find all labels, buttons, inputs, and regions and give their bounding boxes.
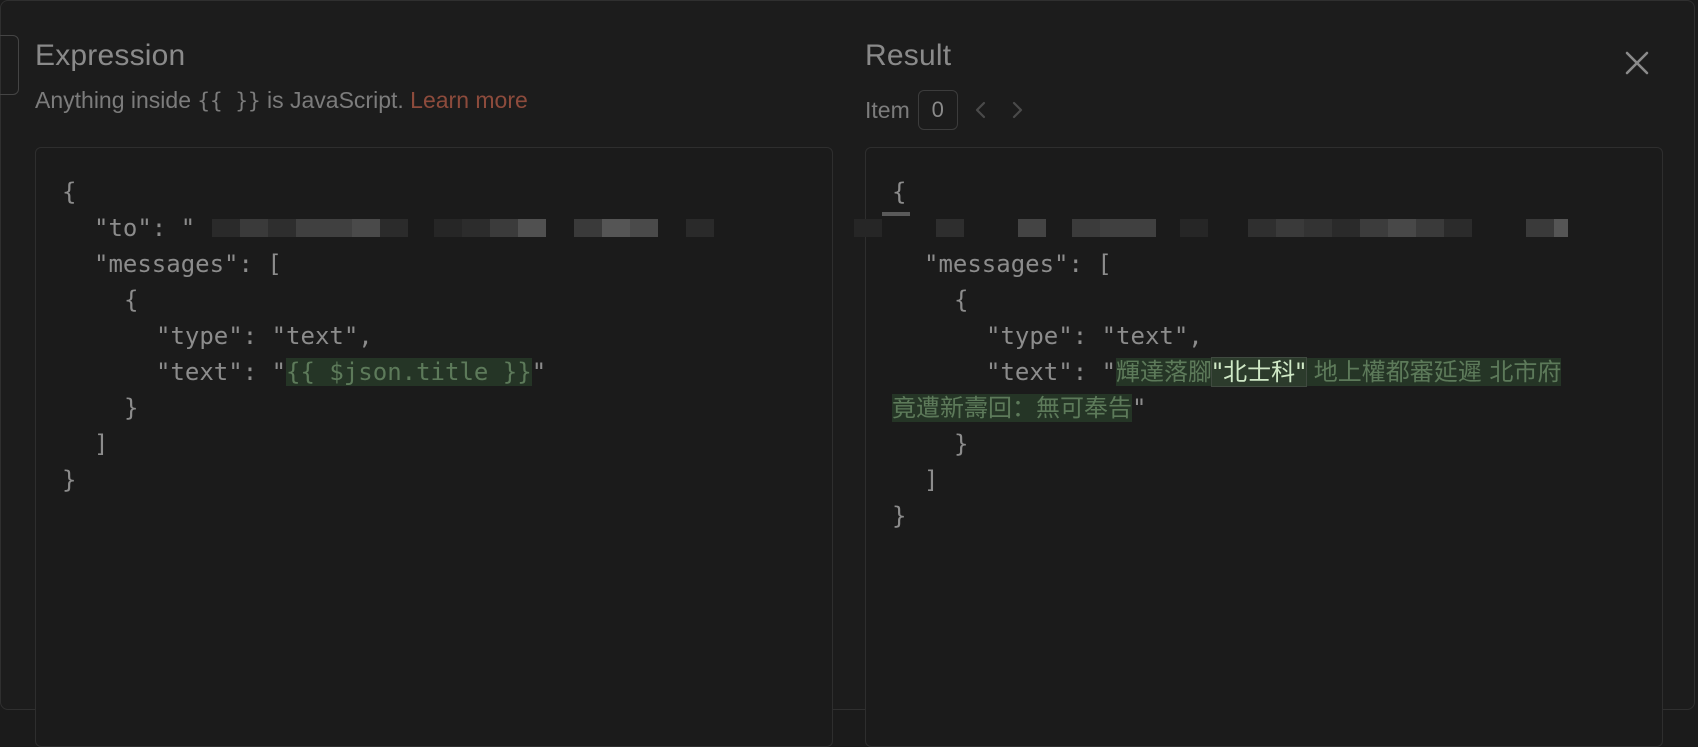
code-line: ] — [94, 430, 109, 458]
subtitle-text: Anything inside — [35, 87, 191, 113]
item-label: Item — [865, 96, 910, 123]
text-quote: " — [1132, 394, 1147, 422]
code-line: } — [954, 430, 969, 458]
expression-subtitle: Anything inside {{ }} is JavaScript. Lea… — [35, 87, 528, 114]
next-item-button[interactable] — [1004, 97, 1030, 123]
item-selector: Item 0 — [865, 89, 1030, 131]
code-line: 竟遭新壽回：無可奉告" — [892, 390, 1146, 426]
expression-code: { "to": " "messages": [ { "type": "text"… — [36, 148, 546, 494]
chevron-right-icon — [1012, 101, 1022, 119]
code-line: { — [62, 178, 77, 206]
expression-code-editor[interactable]: { "to": " "messages": [ { "type": "text"… — [35, 147, 833, 747]
result-code-panel: { "messages": [ { "type": "text", "text"… — [854, 147, 1663, 747]
code-line: "type": "text", — [156, 322, 373, 350]
code-line: "messages": [ — [924, 250, 1112, 278]
result-code: { "messages": [ { "type": "text", "text"… — [866, 148, 1562, 530]
code-line: ] — [924, 466, 939, 494]
close-button[interactable] — [1619, 45, 1655, 81]
result-title: Result — [865, 39, 952, 72]
subtitle-text-after: is JavaScript. — [267, 87, 404, 113]
to-key: "to": " — [94, 214, 196, 242]
code-line: { — [124, 286, 139, 314]
code-line: } — [62, 466, 77, 494]
json-title-expression: {{ $json.title }} — [286, 358, 532, 386]
side-panel-handle[interactable] — [0, 35, 19, 95]
text-quote: " — [531, 358, 547, 386]
chevron-left-icon — [975, 101, 985, 119]
subtitle-braces: {{ }} — [197, 89, 261, 113]
item-index-input[interactable]: 0 — [917, 90, 958, 130]
previous-item-button[interactable] — [968, 97, 994, 123]
text-key: "text": " — [156, 358, 287, 386]
close-icon — [1625, 51, 1649, 75]
text-key: "text": " — [986, 358, 1117, 386]
code-line: "to": " — [94, 210, 195, 246]
code-line: "type": "text", — [986, 322, 1203, 350]
code-line: "messages": [ — [94, 250, 282, 278]
code-line: } — [124, 394, 139, 422]
expression-editor-modal: Expression Anything inside {{ }} is Java… — [0, 0, 1695, 747]
result-text-part: 輝達落腳 — [1116, 358, 1213, 386]
result-text-part: 竟遭新壽回：無可奉告 — [892, 394, 1132, 422]
result-text-highlight: "北士科" — [1211, 357, 1308, 387]
learn-more-link[interactable]: Learn more — [410, 87, 528, 113]
expression-title: Expression — [35, 39, 186, 72]
code-line: { — [892, 178, 907, 206]
code-line: } — [892, 502, 907, 530]
code-line: "text": "{{ $json.title }}" — [156, 354, 546, 390]
code-line: { — [954, 286, 969, 314]
result-text-part: 地上權都審延遲 北市府 — [1306, 358, 1562, 386]
code-line: "text": "輝達落腳"北士科" 地上權都審延遲 北市府 — [986, 354, 1562, 390]
